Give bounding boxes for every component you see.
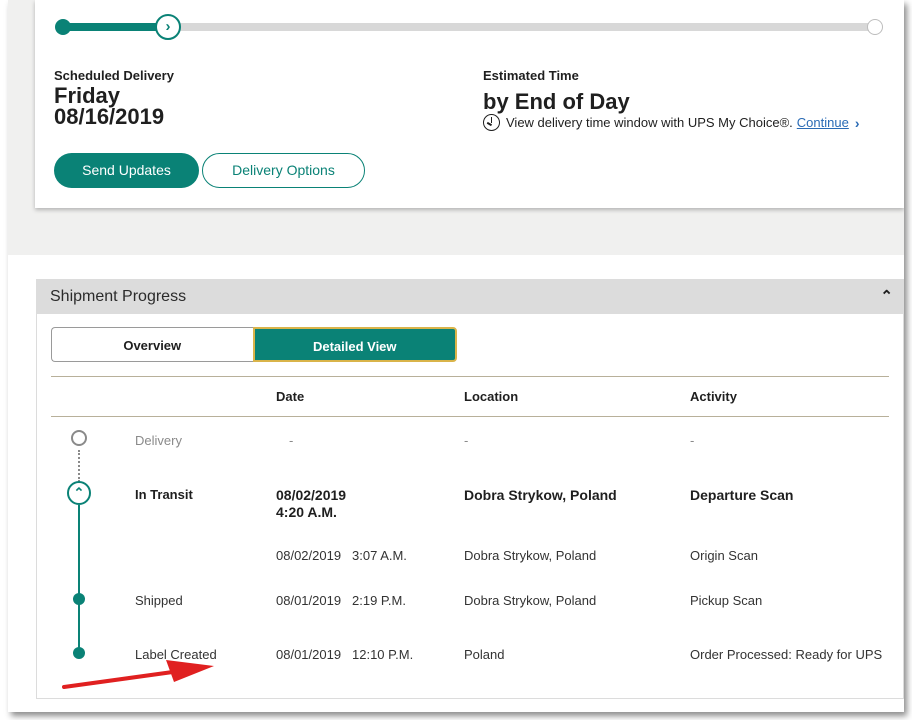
row-activity: Order Processed: Ready for UPS <box>690 647 883 662</box>
divider <box>51 376 889 377</box>
row-date: 08/01/2019 <box>276 593 342 608</box>
row-date: 08/02/2019 <box>276 487 347 503</box>
tab-detailed-view[interactable]: Detailed View <box>252 327 457 362</box>
panel-title: Shipment Progress <box>50 288 187 305</box>
row-time: 3:07 A.M. <box>352 548 407 563</box>
delivery-options-button[interactable]: Delivery Options <box>202 153 365 188</box>
mychoice-promo: View delivery time window with UPS My Ch… <box>483 114 860 131</box>
row-date: 08/02/2019 <box>276 548 342 563</box>
row-location: Dobra Strykow, Poland <box>464 593 597 608</box>
chevron-up-icon[interactable]: ⌃ <box>880 287 893 305</box>
row-activity: - <box>690 433 695 448</box>
row-activity: Pickup Scan <box>690 593 763 608</box>
row-activity: Origin Scan <box>690 548 758 563</box>
divider <box>51 416 889 417</box>
progress-end-dot <box>867 19 883 35</box>
row-activity: Departure Scan <box>690 487 794 503</box>
column-header-date: Date <box>276 389 305 404</box>
panel-header[interactable]: Shipment Progress ⌃ <box>37 280 904 314</box>
row-time: 2:19 P.M. <box>352 593 406 608</box>
chevron-right-icon[interactable]: › <box>855 115 860 131</box>
scheduled-delivery-date: Friday 08/16/2019 <box>54 83 165 129</box>
row-status: Shipped <box>135 593 183 608</box>
clock-icon <box>483 114 500 131</box>
view-toggle: Overview Detailed View <box>51 327 457 362</box>
row-location: - <box>464 433 469 448</box>
delivery-day: Friday <box>54 83 121 108</box>
column-header-activity: Activity <box>690 389 737 404</box>
chevron-right-icon: › <box>155 14 181 40</box>
delivery-summary-card: › Scheduled Delivery Friday 08/16/2019 E… <box>35 0 904 208</box>
estimated-time-label: Estimated Time <box>483 68 579 83</box>
row-date: 08/01/2019 <box>276 647 342 662</box>
row-status: Delivery <box>135 433 182 448</box>
row-location: Poland <box>464 647 505 662</box>
row-location: Dobra Strykow, Poland <box>464 487 617 503</box>
timeline-pending-node <box>71 430 87 446</box>
column-header-location: Location <box>464 389 519 404</box>
red-arrow-annotation <box>62 660 214 689</box>
timeline-node <box>73 647 85 659</box>
row-location: Dobra Strykow, Poland <box>464 548 597 563</box>
continue-link[interactable]: Continue <box>797 115 849 130</box>
delivery-date: 08/16/2019 <box>54 104 165 129</box>
tab-overview[interactable]: Overview <box>51 327 253 362</box>
row-time: 12:10 P.M. <box>352 647 414 662</box>
shipment-progress-panel: Shipment Progress ⌃ Overview Detailed Vi… <box>36 279 904 699</box>
timeline-node <box>73 593 85 605</box>
row-date: - <box>289 433 294 448</box>
estimated-time-value: by End of Day <box>483 89 630 114</box>
progress-track <box>61 23 877 31</box>
timeline-connector <box>78 505 80 655</box>
mychoice-text: View delivery time window with UPS My Ch… <box>506 115 793 130</box>
row-status: In Transit <box>135 487 193 502</box>
timeline-dotted-connector <box>78 450 80 482</box>
progress-fill <box>61 23 169 31</box>
row-time: 4:20 A.M. <box>276 504 337 520</box>
tracking-page: › Scheduled Delivery Friday 08/16/2019 E… <box>8 0 904 712</box>
progress-start-dot <box>55 19 71 35</box>
chevron-up-icon[interactable]: ⌃ <box>67 481 91 505</box>
scheduled-delivery-label: Scheduled Delivery <box>54 68 174 83</box>
send-updates-button[interactable]: Send Updates <box>54 153 199 188</box>
